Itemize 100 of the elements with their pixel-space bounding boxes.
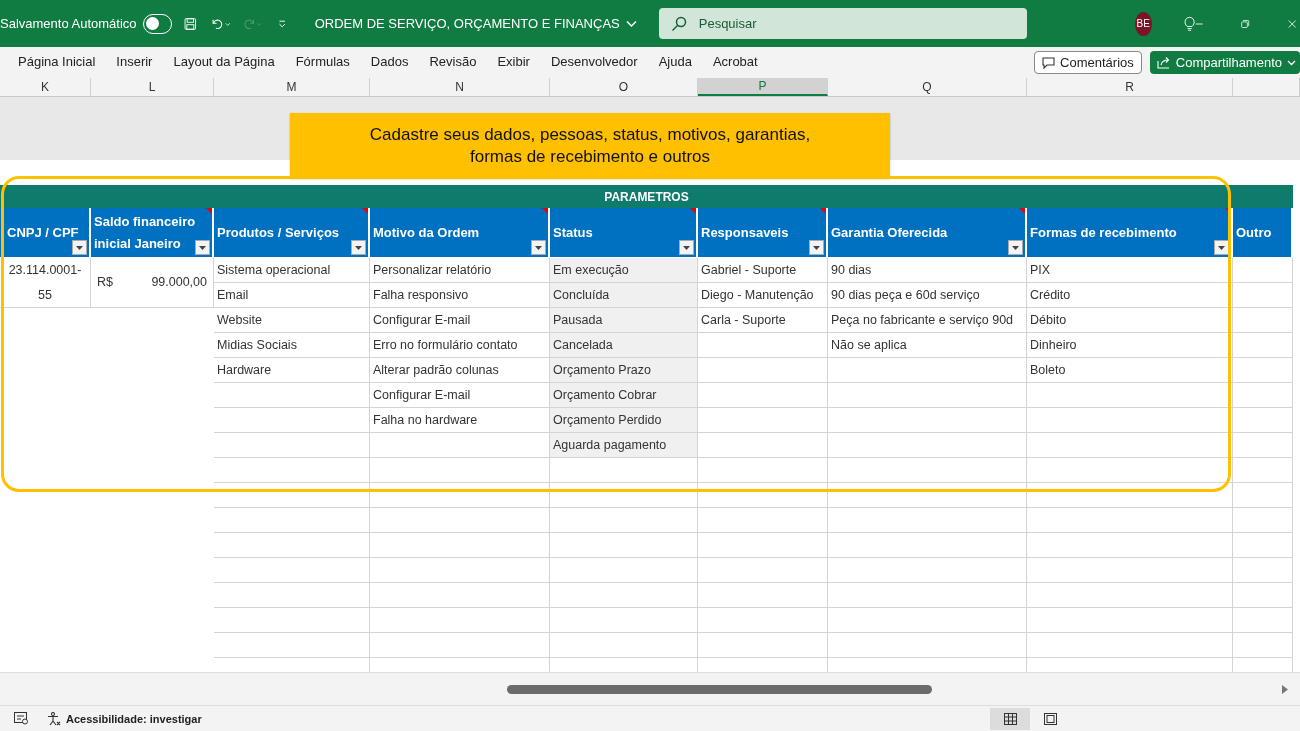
empty-cell[interactable] <box>1233 408 1293 433</box>
empty-cell[interactable] <box>214 608 370 633</box>
ribbon-tab[interactable]: Página Inicial <box>18 50 96 75</box>
empty-cell[interactable] <box>214 408 370 433</box>
close-icon[interactable] <box>1287 17 1296 30</box>
empty-cell[interactable] <box>370 608 550 633</box>
filter-dropdown-button[interactable] <box>531 240 546 255</box>
empty-cell[interactable] <box>1233 583 1293 608</box>
filter-dropdown-button[interactable] <box>809 240 824 255</box>
empty-cell[interactable] <box>370 533 550 558</box>
empty-cell[interactable] <box>828 483 1027 508</box>
empty-cell[interactable] <box>1233 383 1293 408</box>
column-header[interactable]: M <box>214 78 370 96</box>
empty-cell[interactable] <box>550 458 698 483</box>
ribbon-tab[interactable]: Exibir <box>497 50 530 75</box>
empty-cell[interactable] <box>698 633 828 658</box>
empty-cell[interactable] <box>214 483 370 508</box>
empty-cell[interactable] <box>370 558 550 583</box>
comments-button[interactable]: Comentários <box>1034 51 1142 74</box>
ribbon-tab[interactable]: Inserir <box>116 50 153 75</box>
column-header[interactable]: K <box>0 78 91 96</box>
empty-cell[interactable] <box>698 558 828 583</box>
empty-cell[interactable] <box>698 483 828 508</box>
empty-cell[interactable] <box>370 483 550 508</box>
empty-cell[interactable] <box>370 583 550 608</box>
empty-cell[interactable] <box>1027 533 1233 558</box>
empty-cell[interactable] <box>1233 308 1293 333</box>
empty-cell[interactable] <box>1233 433 1293 458</box>
share-button[interactable]: Compartilhamento <box>1149 51 1300 74</box>
empty-cell[interactable] <box>370 458 550 483</box>
empty-cell[interactable] <box>214 508 370 533</box>
empty-cell[interactable] <box>550 533 698 558</box>
document-title[interactable]: ORDEM DE SERVIÇO, ORÇAMENTO E FINANÇAS <box>314 16 637 31</box>
column-header[interactable]: Q <box>828 78 1027 96</box>
empty-cell[interactable] <box>828 458 1027 483</box>
empty-cell[interactable] <box>1233 608 1293 633</box>
empty-cell[interactable] <box>1027 458 1233 483</box>
empty-cell[interactable] <box>828 508 1027 533</box>
normal-view-button[interactable] <box>990 707 1030 730</box>
empty-cell[interactable] <box>698 608 828 633</box>
filter-dropdown-button[interactable] <box>1008 240 1023 255</box>
empty-cell[interactable] <box>550 583 698 608</box>
filter-dropdown-button[interactable] <box>195 240 210 255</box>
empty-cell[interactable] <box>828 583 1027 608</box>
scrollbar-thumb[interactable] <box>507 684 932 694</box>
empty-cell[interactable] <box>1027 483 1233 508</box>
restore-icon[interactable] <box>1241 17 1250 30</box>
ribbon-tab[interactable]: Revisão <box>429 50 477 75</box>
empty-cell[interactable] <box>1027 383 1233 408</box>
empty-cell[interactable] <box>1233 358 1293 383</box>
empty-cell[interactable] <box>1233 333 1293 358</box>
empty-cell[interactable] <box>214 383 370 408</box>
empty-cell[interactable] <box>828 433 1027 458</box>
empty-cell[interactable] <box>1233 458 1293 483</box>
empty-cell[interactable] <box>1233 533 1293 558</box>
sheet-stats-icon[interactable] <box>14 712 29 725</box>
filter-dropdown-button[interactable] <box>679 240 694 255</box>
search-field[interactable]: Pesquisar <box>658 8 1027 39</box>
ribbon-tab[interactable]: Ajuda <box>658 50 692 75</box>
empty-cell[interactable] <box>828 533 1027 558</box>
empty-cell[interactable] <box>370 633 550 658</box>
empty-cell[interactable] <box>214 583 370 608</box>
empty-cell[interactable] <box>214 433 370 458</box>
empty-cell[interactable] <box>1233 258 1293 283</box>
empty-cell[interactable] <box>1027 408 1233 433</box>
ribbon-tab[interactable]: Layout da Página <box>173 50 275 75</box>
empty-cell[interactable] <box>1027 583 1233 608</box>
empty-cell[interactable] <box>828 383 1027 408</box>
empty-cell[interactable] <box>1027 433 1233 458</box>
filter-dropdown-button[interactable] <box>351 240 366 255</box>
filter-dropdown-button[interactable] <box>72 240 87 255</box>
empty-cell[interactable] <box>828 608 1027 633</box>
empty-cell[interactable] <box>828 358 1027 383</box>
empty-cell[interactable] <box>214 533 370 558</box>
ribbon-tab[interactable]: Fórmulas <box>295 50 350 75</box>
empty-cell[interactable] <box>1027 633 1233 658</box>
empty-cell[interactable] <box>550 558 698 583</box>
column-header[interactable]: N <box>370 78 550 96</box>
column-header[interactable]: R <box>1027 78 1233 96</box>
empty-cell[interactable] <box>370 508 550 533</box>
empty-cell[interactable] <box>550 483 698 508</box>
empty-cell[interactable] <box>214 458 370 483</box>
empty-cell[interactable] <box>1027 608 1233 633</box>
ribbon-tab[interactable]: Dados <box>370 50 409 75</box>
empty-cell[interactable] <box>828 558 1027 583</box>
empty-cell[interactable] <box>550 608 698 633</box>
empty-cell[interactable] <box>698 533 828 558</box>
empty-cell[interactable] <box>698 583 828 608</box>
empty-cell[interactable] <box>1233 558 1293 583</box>
empty-cell[interactable] <box>550 508 698 533</box>
empty-cell[interactable] <box>1027 558 1233 583</box>
empty-cell[interactable] <box>1233 483 1293 508</box>
empty-cell[interactable] <box>828 408 1027 433</box>
empty-cell[interactable] <box>550 633 698 658</box>
empty-cell[interactable] <box>698 458 828 483</box>
empty-cell[interactable] <box>1027 508 1233 533</box>
accessibility-status[interactable]: Acessibilidade: investigar <box>47 711 202 726</box>
scroll-right-icon[interactable] <box>1282 684 1288 694</box>
empty-cell[interactable] <box>214 633 370 658</box>
empty-cell[interactable] <box>214 558 370 583</box>
